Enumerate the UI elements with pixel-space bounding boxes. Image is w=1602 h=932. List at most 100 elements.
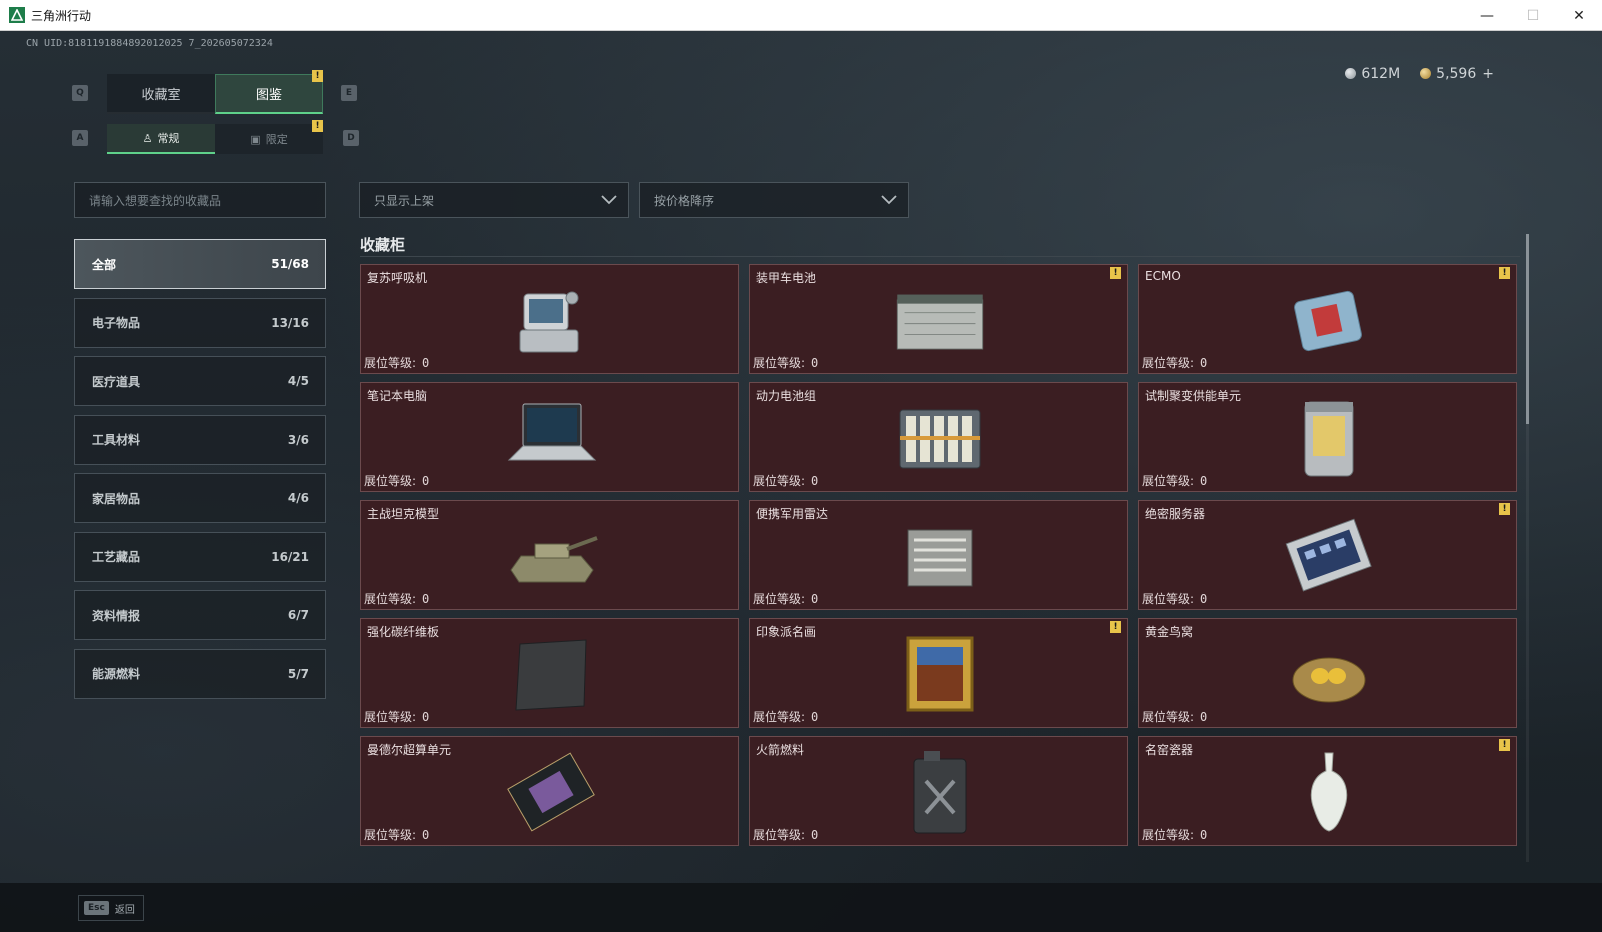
display-level: 展位等级: 0 [1142, 590, 1207, 607]
display-level-label: 展位等级: [364, 592, 417, 606]
silver-currency: 612M [1345, 66, 1400, 82]
tab-codex[interactable]: 图鉴 [215, 74, 323, 114]
category-all[interactable]: 全部 51/68 [74, 239, 326, 289]
server-icon [1279, 511, 1379, 601]
collection-card[interactable]: 强化碳纤维板 展位等级: 0 [360, 618, 739, 728]
laptop-icon [501, 393, 601, 483]
collection-card[interactable]: 名窑瓷器 展位等级: 0! [1138, 736, 1517, 846]
fusion-unit-icon [1279, 393, 1379, 483]
image-icon: ▣ [250, 132, 261, 146]
currency-bar: 612M 5,596 + [1345, 66, 1494, 82]
collection-card[interactable]: 黄金鸟窝展位等级: 0 [1138, 618, 1517, 728]
collection-card[interactable]: 曼德尔超算单元 展位等级: 0 [360, 736, 739, 846]
display-level-label: 展位等级: [1142, 710, 1195, 724]
collection-card[interactable]: 动力电池组 展位等级: 0 [749, 382, 1128, 492]
collection-card[interactable]: 试制聚变供能单元 展位等级: 0 [1138, 382, 1517, 492]
sort-dropdown[interactable]: 按价格降序 [639, 182, 909, 218]
key-hint-q: Q [72, 85, 88, 101]
category-energy[interactable]: 能源燃料 5/7 [74, 648, 326, 699]
item-name: 试制聚变供能单元 [1145, 389, 1242, 403]
display-level: 展位等级: 0 [364, 354, 429, 371]
collection-card[interactable]: 绝密服务器展位等级: 0! [1138, 500, 1517, 610]
category-electronics[interactable]: 电子物品 13/16 [74, 297, 326, 348]
item-name: 印象派名画 [756, 625, 817, 639]
app-logo-icon [9, 7, 25, 23]
item-name: 动力电池组 [756, 389, 817, 403]
collection-card[interactable]: 笔记本电脑展位等级: 0 [360, 382, 739, 492]
collection-card[interactable]: 装甲车电池 展位等级: 0! [749, 264, 1128, 374]
item-name: 笔记本电脑 [367, 389, 428, 403]
display-level-label: 展位等级: [1142, 474, 1195, 488]
display-level-value: 0 [1200, 710, 1208, 724]
display-level-value: 0 [1200, 356, 1208, 370]
esc-key-hint: Esc [84, 901, 109, 915]
key-hint-e: E [341, 85, 357, 101]
item-name: 强化碳纤维板 [367, 625, 440, 639]
golden-nest-icon [1279, 629, 1379, 719]
chevron-down-icon [881, 195, 897, 205]
gold-currency[interactable]: 5,596 + [1420, 66, 1494, 82]
category-household[interactable]: 家居物品 4/6 [74, 473, 326, 523]
collection-card[interactable]: ECMO 展位等级: 0! [1138, 264, 1517, 374]
category-crafts[interactable]: 工艺藏品 16/21 [74, 531, 326, 582]
collection-card[interactable]: 主战坦克模型 展位等级: 0 [360, 500, 739, 610]
silver-coin-icon [1345, 68, 1357, 79]
scrollbar-thumb[interactable] [1526, 234, 1529, 424]
display-level-value: 0 [422, 592, 430, 606]
close-button[interactable]: ✕ [1556, 0, 1602, 31]
radar-icon [890, 511, 990, 601]
section-divider [360, 256, 1520, 257]
display-level-value: 0 [1200, 828, 1208, 842]
maximize-button[interactable]: ☐ [1510, 0, 1556, 31]
display-level: 展位等级: 0 [1142, 826, 1207, 843]
battery-pack-icon [890, 393, 990, 483]
item-name: 复苏呼吸机 [367, 271, 428, 285]
game-viewport: CN UID:8181191884892012025 7_20260507232… [0, 31, 1602, 932]
tab-limited[interactable]: ▣ 限定 [215, 124, 323, 154]
display-level-value: 0 [811, 710, 819, 724]
display-level: 展位等级: 0 [753, 354, 818, 371]
display-level-label: 展位等级: [1142, 356, 1195, 370]
display-level-label: 展位等级: [1142, 828, 1195, 842]
item-name: 曼德尔超算单元 [367, 743, 452, 757]
painting-icon [890, 629, 990, 719]
minimize-button[interactable]: — [1464, 0, 1510, 31]
ecmo-icon [1279, 275, 1379, 365]
tab-collection-room[interactable]: 收藏室 [107, 74, 215, 114]
battery-icon [890, 275, 990, 365]
category-medical[interactable]: 医疗道具 4/5 [74, 356, 326, 406]
display-level-label: 展位等级: [364, 474, 417, 488]
shelf-filter-dropdown[interactable]: 只显示上架 [359, 182, 629, 218]
warning-icon: ! [1499, 503, 1510, 515]
item-name: 绝密服务器 [1145, 507, 1206, 521]
back-button[interactable]: Esc 返回 [78, 895, 144, 921]
warning-icon: ! [1499, 739, 1510, 751]
collection-card[interactable]: 火箭燃料 展位等级: 0 [749, 736, 1128, 846]
add-currency-button[interactable]: + [1482, 66, 1494, 82]
key-hint-d: D [343, 130, 359, 146]
item-name: 黄金鸟窝 [1145, 625, 1194, 639]
display-level-label: 展位等级: [753, 710, 806, 724]
category-intel[interactable]: 资料情报 6/7 [74, 590, 326, 640]
subtab-warning-icon: ! [312, 120, 323, 132]
search-input[interactable]: 请输入想要查找的收藏品 [74, 182, 326, 218]
ventilator-icon [501, 275, 601, 365]
display-level-value: 0 [422, 474, 430, 488]
display-level-label: 展位等级: [364, 356, 417, 370]
category-tools[interactable]: 工具材料 3/6 [74, 414, 326, 465]
display-level: 展位等级: 0 [753, 826, 818, 843]
display-level: 展位等级: 0 [1142, 708, 1207, 725]
collection-card[interactable]: 便携军用雷达 展位等级: 0 [749, 500, 1128, 610]
display-level-value: 0 [422, 710, 430, 724]
tab-regular[interactable]: ♙ 常规 [107, 124, 215, 154]
collection-card[interactable]: 复苏呼吸机展位等级: 0 [360, 264, 739, 374]
display-level-value: 0 [422, 828, 430, 842]
collection-grid: 复苏呼吸机 展位等级: 0 装甲车电池 展位等级: 0! ECMO 展位等级: 0! 笔记本电脑展… [360, 264, 1517, 846]
section-title: 收藏柜 [360, 236, 406, 254]
player-uid: CN UID:8181191884892012025 7_20260507232… [26, 38, 273, 49]
fuel-can-icon [890, 747, 990, 837]
collection-card[interactable]: 印象派名画 展位等级: 0! [749, 618, 1128, 728]
item-name: 主战坦克模型 [367, 507, 440, 521]
tab-codex-warning-icon: ! [312, 70, 323, 82]
item-name: 装甲车电池 [756, 271, 817, 285]
